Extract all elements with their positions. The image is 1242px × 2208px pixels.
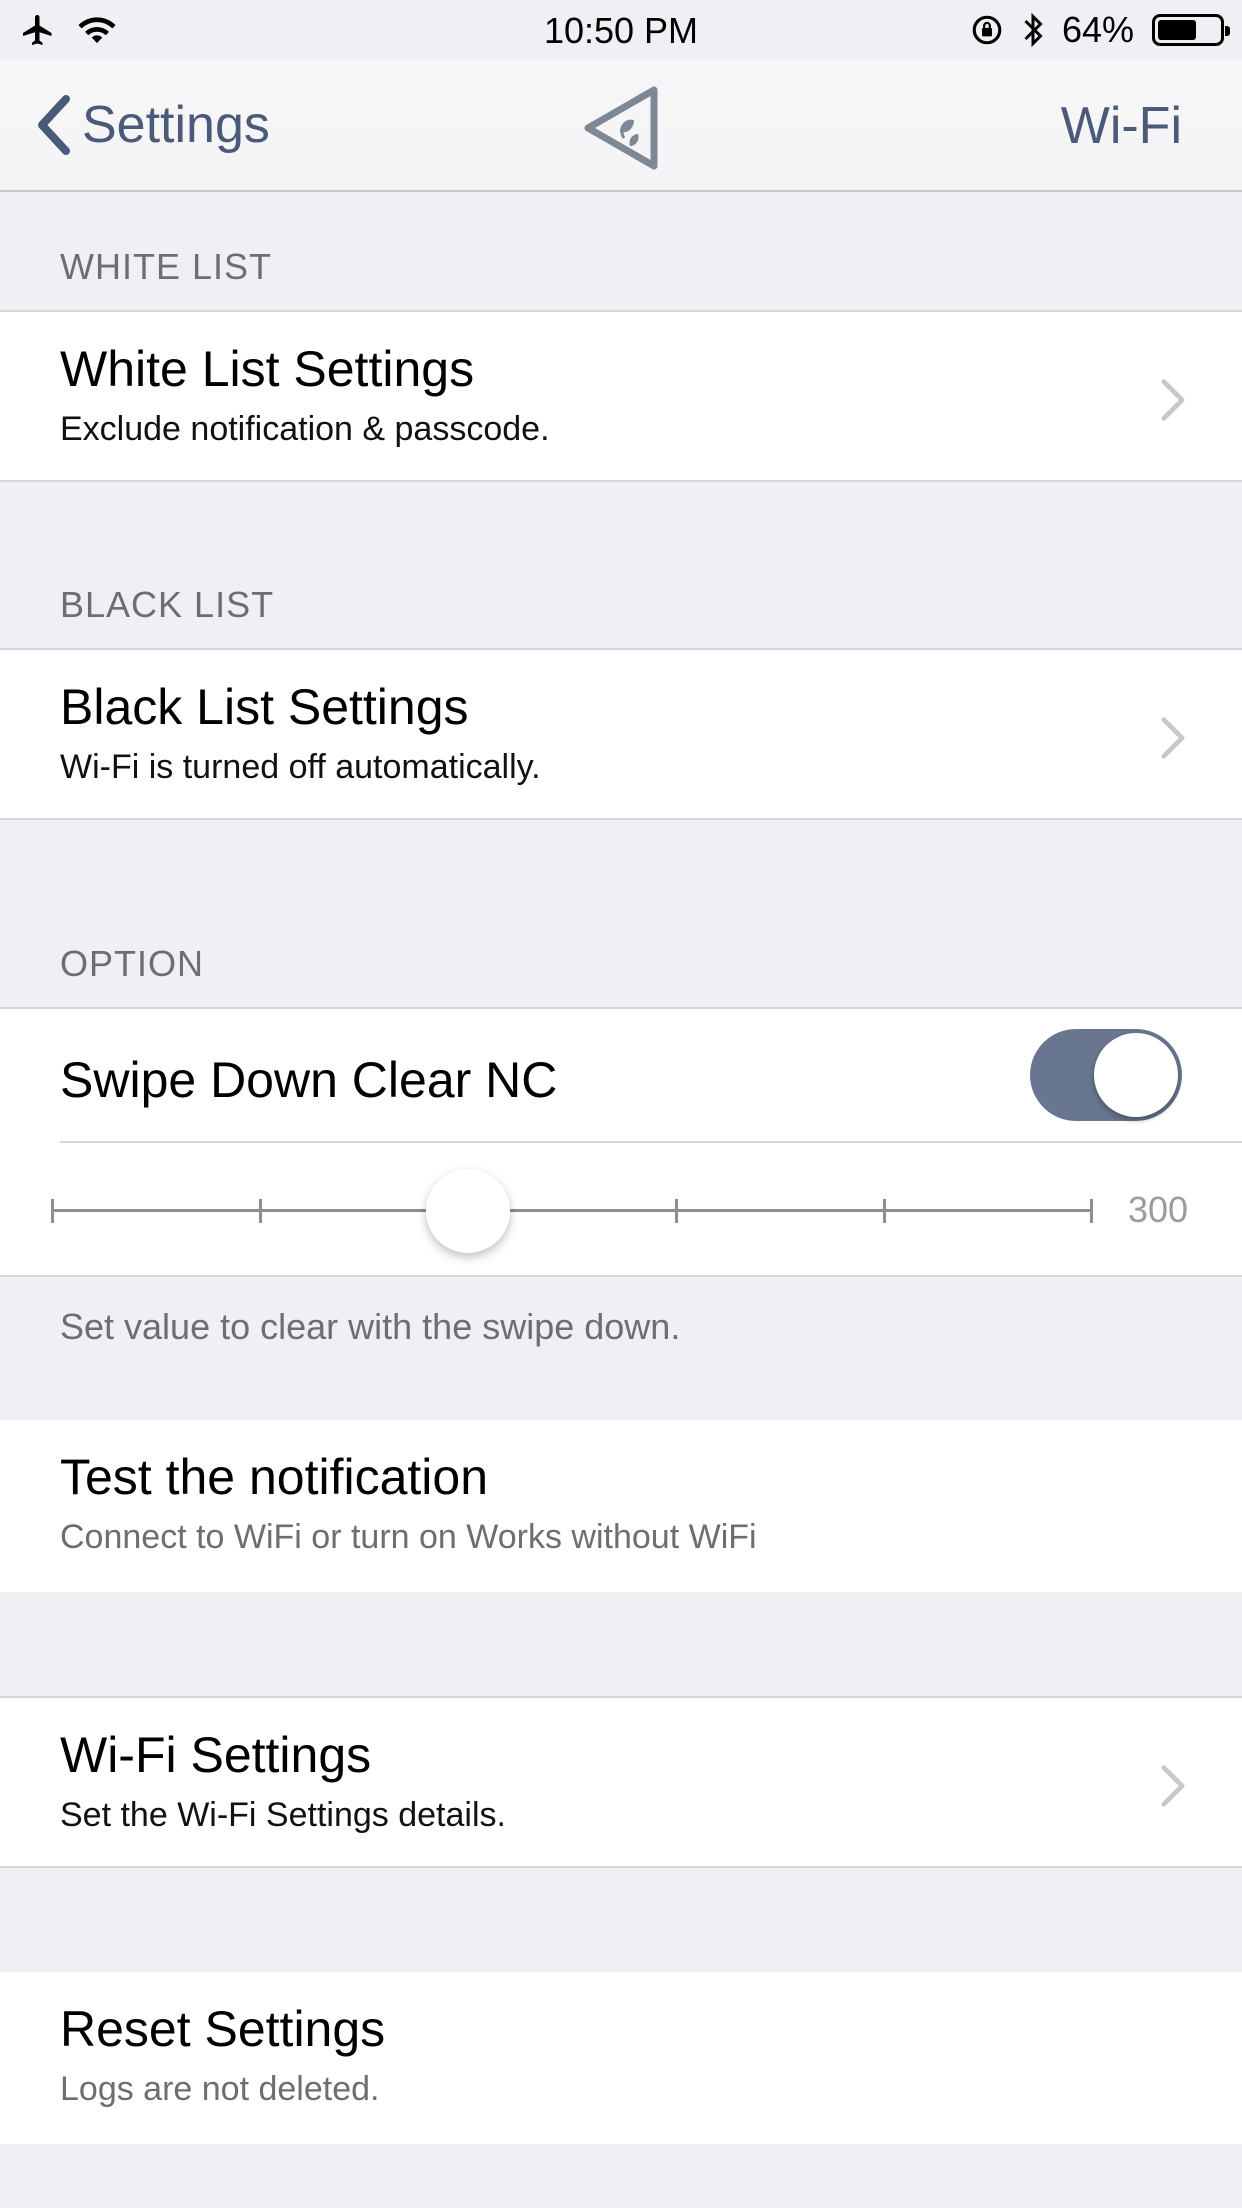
- wifi-icon: [78, 17, 116, 44]
- orientation-lock-icon: [972, 15, 1002, 45]
- slider-tick: [1090, 1199, 1093, 1223]
- airplane-icon: [23, 15, 52, 45]
- white-list-settings-cell[interactable]: White List Settings Exclude notification…: [0, 310, 1242, 482]
- slider-tick: [883, 1199, 886, 1223]
- test-notification-title: Test the notification: [60, 1449, 489, 1505]
- status-bar: 10:50 PM 64%: [0, 0, 1242, 60]
- wifi-settings-title: Wi-Fi Settings: [60, 1727, 372, 1783]
- back-button[interactable]: Settings: [36, 90, 270, 160]
- chevron-right-icon: [1161, 379, 1185, 421]
- test-notification-cell[interactable]: Test the notification Connect to WiFi or…: [0, 1420, 1242, 1592]
- swipe-down-clear-toggle[interactable]: [1030, 1029, 1182, 1121]
- white-list-title: White List Settings: [60, 341, 475, 397]
- white-list-subtitle: Exclude notification & passcode.: [60, 410, 550, 448]
- battery-percent: 64%: [1061, 9, 1134, 50]
- row-separator: [60, 1141, 1242, 1143]
- back-label: Settings: [82, 96, 270, 154]
- slider-tick: [51, 1199, 54, 1223]
- battery-fill: [1158, 20, 1197, 40]
- black-list-header: BLACK LIST: [60, 584, 275, 625]
- swipe-value-slider-thumb[interactable]: [426, 1169, 510, 1253]
- battery-icon: [1152, 14, 1230, 46]
- test-notification-subtitle: Connect to WiFi or turn on Works without…: [60, 1518, 757, 1556]
- white-list-header: WHITE LIST: [60, 246, 273, 287]
- option-group: Swipe Down Clear NC 300: [0, 1007, 1242, 1277]
- nav-bar: Settings Wi-Fi: [0, 60, 1242, 192]
- status-left: [18, 12, 118, 48]
- option-header: OPTION: [60, 943, 205, 984]
- reset-settings-subtitle: Logs are not deleted.: [60, 2070, 380, 2108]
- swipe-value-slider-track[interactable]: [52, 1209, 1092, 1212]
- bluetooth-icon: [1024, 12, 1043, 48]
- screen: 10:50 PM 64% Settings Wi-Fi WHITE LIST W…: [0, 0, 1242, 2208]
- app-logo-icon: [584, 86, 658, 170]
- option-footer: Set value to clear with the swipe down.: [60, 1306, 681, 1347]
- toggle-knob: [1094, 1033, 1178, 1117]
- chevron-left-icon: [38, 95, 70, 155]
- slider-value: 300: [1128, 1189, 1189, 1230]
- wifi-settings-cell[interactable]: Wi-Fi Settings Set the Wi-Fi Settings de…: [0, 1696, 1242, 1868]
- black-list-settings-cell[interactable]: Black List Settings Wi-Fi is turned off …: [0, 648, 1242, 820]
- slider-tick: [259, 1199, 262, 1223]
- chevron-right-icon: [1161, 1765, 1185, 1807]
- chevron-right-icon: [1161, 717, 1185, 759]
- black-list-title: Black List Settings: [60, 679, 469, 735]
- wifi-nav-button[interactable]: Wi-Fi: [1061, 96, 1182, 156]
- black-list-subtitle: Wi-Fi is turned off automatically.: [60, 748, 541, 786]
- reset-settings-title: Reset Settings: [60, 2001, 386, 2057]
- reset-settings-cell[interactable]: Reset Settings Logs are not deleted.: [0, 1972, 1242, 2144]
- swipe-down-clear-label: Swipe Down Clear NC: [60, 1052, 558, 1108]
- status-right: 64%: [970, 9, 1230, 51]
- slider-tick: [675, 1199, 678, 1223]
- wifi-settings-subtitle: Set the Wi-Fi Settings details.: [60, 1796, 506, 1834]
